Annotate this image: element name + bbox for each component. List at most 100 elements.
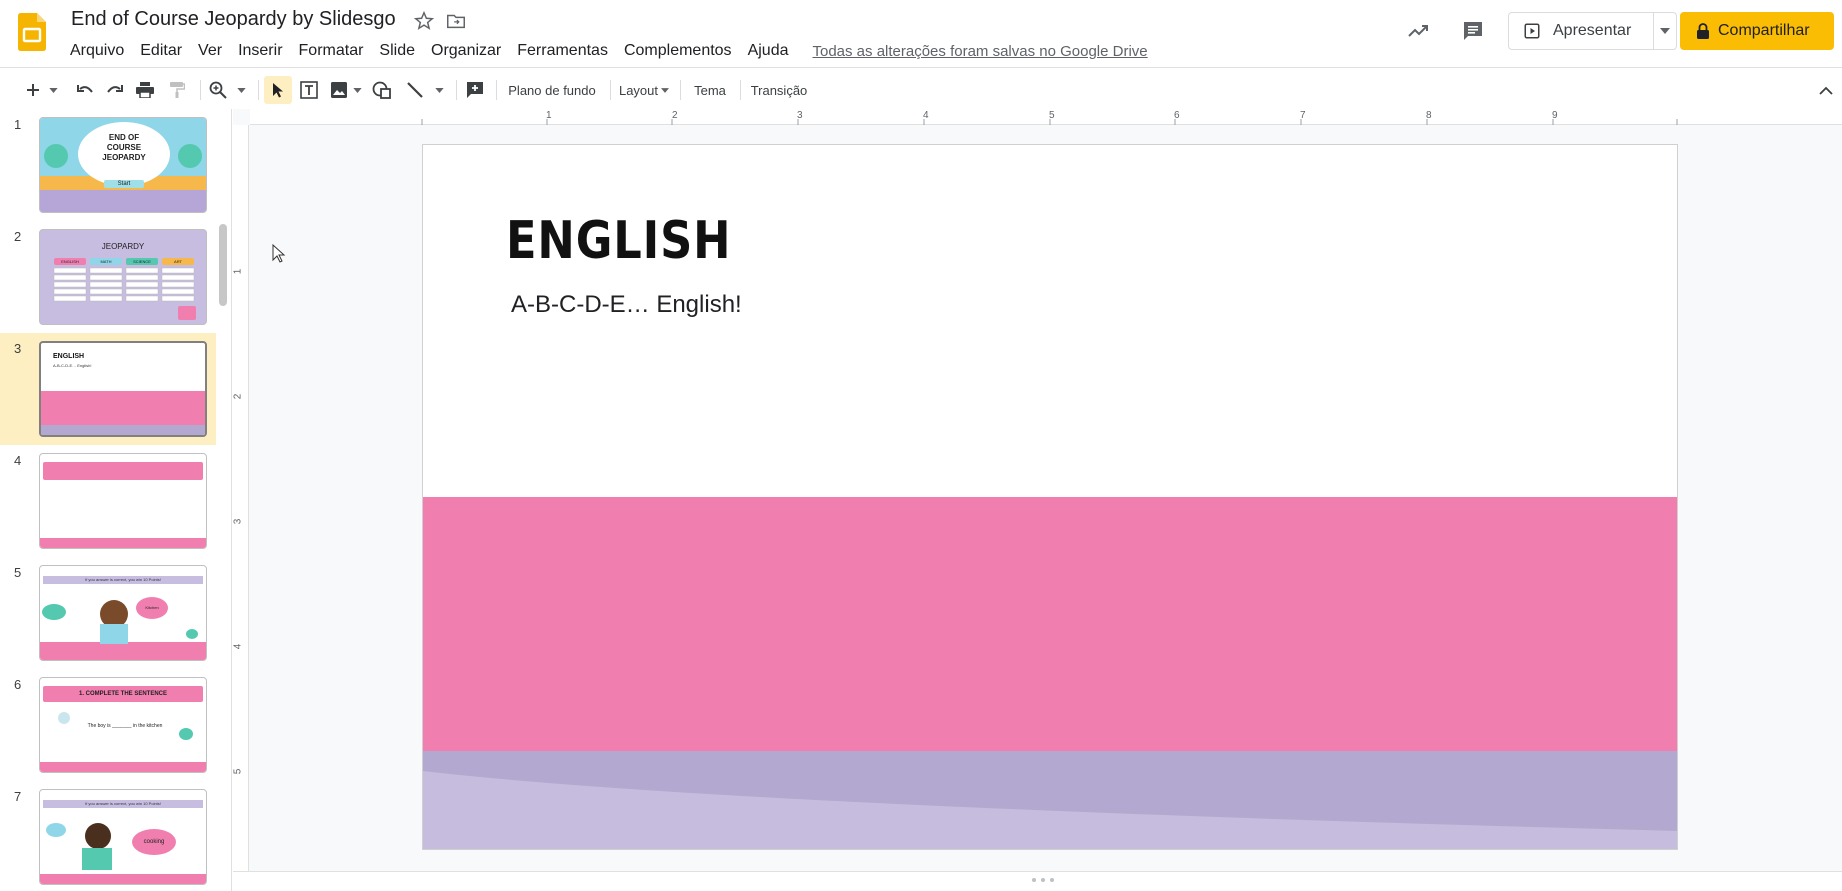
slide-thumbnail[interactable]: If you answer is correct, you win 10 Poi… — [39, 565, 207, 661]
speaker-notes-handle[interactable] — [233, 871, 1842, 891]
shapes-icon — [372, 81, 391, 99]
document-title[interactable]: End of Course Jeopardy by Slidesgo — [71, 8, 396, 31]
text-box-button[interactable] — [296, 76, 322, 104]
thumbnail-illustration — [40, 823, 206, 884]
insert-image-dropdown[interactable] — [351, 76, 363, 104]
slide-thumbnail[interactable]: END OF COURSE JEOPARDY Start — [39, 117, 207, 213]
print-button[interactable] — [132, 76, 158, 104]
slide-thumbnail[interactable]: 1. COMPLETE THE SENTENCE The boy is ____… — [39, 677, 207, 773]
present-label: Apresentar — [1553, 22, 1632, 39]
comment-icon — [1464, 22, 1482, 40]
present-options-dropdown[interactable] — [1653, 12, 1677, 50]
menu-editar[interactable]: Editar — [132, 40, 190, 62]
transition-button[interactable]: Transição — [746, 76, 812, 104]
app-header: End of Course Jeopardy by Slidesgo Arqui… — [0, 0, 1842, 66]
slide-title[interactable]: ENGLISH — [506, 211, 731, 271]
menu-inserir[interactable]: Inserir — [230, 40, 290, 62]
thumbnail-row[interactable]: 1 END OF COURSE JEOPARDY Start — [0, 109, 216, 221]
background-button[interactable]: Plano de fundo — [502, 76, 602, 104]
comments-button[interactable] — [1456, 14, 1490, 48]
ruler-label: 4 — [923, 110, 929, 121]
select-tool-button[interactable] — [264, 76, 292, 104]
activity-dashboard-button[interactable] — [1401, 14, 1435, 48]
present-icon — [1524, 23, 1540, 39]
slide-filmstrip[interactable]: 1 END OF COURSE JEOPARDY Start 2 JEOPARD… — [0, 109, 232, 891]
move-to-folder-icon[interactable] — [445, 10, 467, 32]
slide-thumbnail[interactable]: JEOPARDY ENGLISH MATH SCIENCE ART — [39, 229, 207, 325]
insert-comment-button[interactable] — [462, 76, 488, 104]
thumbnail-row[interactable]: 2 JEOPARDY ENGLISH MATH SCIENCE ART — [0, 221, 216, 333]
share-button[interactable]: Compartilhar — [1680, 12, 1834, 50]
menu-arquivo[interactable]: Arquivo — [62, 40, 132, 62]
ruler-label: 9 — [1552, 110, 1558, 121]
vertical-ruler[interactable]: 1 2 3 4 5 — [232, 125, 249, 871]
thumbnail-row-selected[interactable]: 3 ENGLISH A-B-C-D-E… English! — [0, 333, 216, 445]
slide-thumbnail[interactable] — [39, 453, 207, 549]
star-icon[interactable] — [413, 10, 435, 32]
line-button[interactable] — [402, 76, 428, 104]
slide-lavender-band[interactable] — [423, 751, 1678, 850]
new-slide-dropdown[interactable] — [46, 76, 60, 104]
collapse-toolbar-button[interactable] — [1816, 76, 1836, 104]
menu-ferramentas[interactable]: Ferramentas — [509, 40, 616, 62]
thumbnail-illustration — [40, 712, 206, 772]
caret-down-icon — [48, 87, 58, 93]
google-slides-logo-icon[interactable] — [18, 13, 46, 51]
thumbnail-lavender-band — [41, 425, 205, 435]
slide-thumbnail[interactable]: ENGLISH A-B-C-D-E… English! — [39, 341, 207, 437]
thumbnail-grid-cells — [53, 267, 196, 320]
theme-button[interactable]: Tema — [686, 76, 734, 104]
menu-slide[interactable]: Slide — [371, 40, 423, 62]
ruler-label: 3 — [797, 110, 803, 121]
menu-complementos[interactable]: Complementos — [616, 40, 740, 62]
slide-thumbnail[interactable]: If you answer is correct, you win 10 Poi… — [39, 789, 207, 885]
paint-format-button[interactable] — [164, 76, 190, 104]
zoom-in-icon — [209, 81, 227, 99]
present-button[interactable]: Apresentar — [1508, 12, 1654, 50]
slide-number: 7 — [14, 789, 22, 804]
share-label: Compartilhar — [1718, 22, 1810, 39]
thumbnail-row[interactable]: 5 If you answer is correct, you win 10 P… — [0, 557, 216, 669]
slide-subtitle[interactable]: A-B-C-D-E… English! — [511, 291, 742, 319]
menu-ajuda[interactable]: Ajuda — [740, 40, 797, 62]
caret-down-icon — [1660, 28, 1670, 34]
insert-image-button[interactable] — [326, 76, 352, 104]
filmstrip-scrollbar[interactable] — [219, 224, 227, 306]
slide-number: 5 — [14, 565, 22, 580]
menu-ver[interactable]: Ver — [190, 40, 230, 62]
thumbnail-row[interactable]: 7 If you answer is correct, you win 10 P… — [0, 781, 216, 891]
shape-button[interactable] — [369, 76, 395, 104]
zoom-dropdown[interactable] — [234, 76, 248, 104]
plus-icon — [27, 84, 39, 96]
layout-label: Layout — [618, 82, 659, 98]
thumbnail-bottom-band — [40, 538, 206, 548]
menu-formatar[interactable]: Formatar — [291, 40, 372, 62]
thumbnail-row[interactable]: 4 — [0, 445, 216, 557]
ruler-label: 8 — [1426, 110, 1432, 121]
thumbnail-title: END OF COURSE JEOPARDY — [102, 133, 146, 162]
line-icon — [407, 82, 423, 98]
undo-icon — [77, 85, 93, 93]
paint-format-icon — [170, 82, 185, 98]
menu-organizar[interactable]: Organizar — [423, 40, 509, 62]
add-comment-icon — [467, 82, 483, 98]
printer-icon — [136, 82, 154, 98]
thumbnail-banner — [43, 462, 203, 480]
thumbnail-subtitle: A-B-C-D-E… English! — [53, 363, 92, 368]
thumbnail-row[interactable]: 6 1. COMPLETE THE SENTENCE The boy is __… — [0, 669, 216, 781]
layout-button[interactable]: Layout — [616, 76, 672, 104]
new-slide-button[interactable] — [22, 76, 44, 104]
thumbnail-start-label: Start — [117, 181, 131, 187]
current-slide[interactable]: ENGLISH A-B-C-D-E… English! — [422, 144, 1678, 850]
undo-button[interactable] — [72, 76, 98, 104]
save-status-link[interactable]: Todas as alterações foram salvas no Goog… — [812, 43, 1147, 60]
slide-number: 1 — [14, 117, 22, 132]
horizontal-ruler[interactable]: 1 2 3 4 5 6 7 8 9 — [250, 109, 1842, 125]
thumbnail-bubble-text: Kitchen — [145, 605, 159, 610]
redo-button[interactable] — [102, 76, 128, 104]
ruler-label: 7 — [1300, 110, 1306, 121]
line-dropdown[interactable] — [433, 76, 445, 104]
slide-pink-band[interactable] — [423, 497, 1677, 753]
zoom-button[interactable] — [206, 76, 230, 104]
ruler-label: 2 — [232, 393, 244, 400]
